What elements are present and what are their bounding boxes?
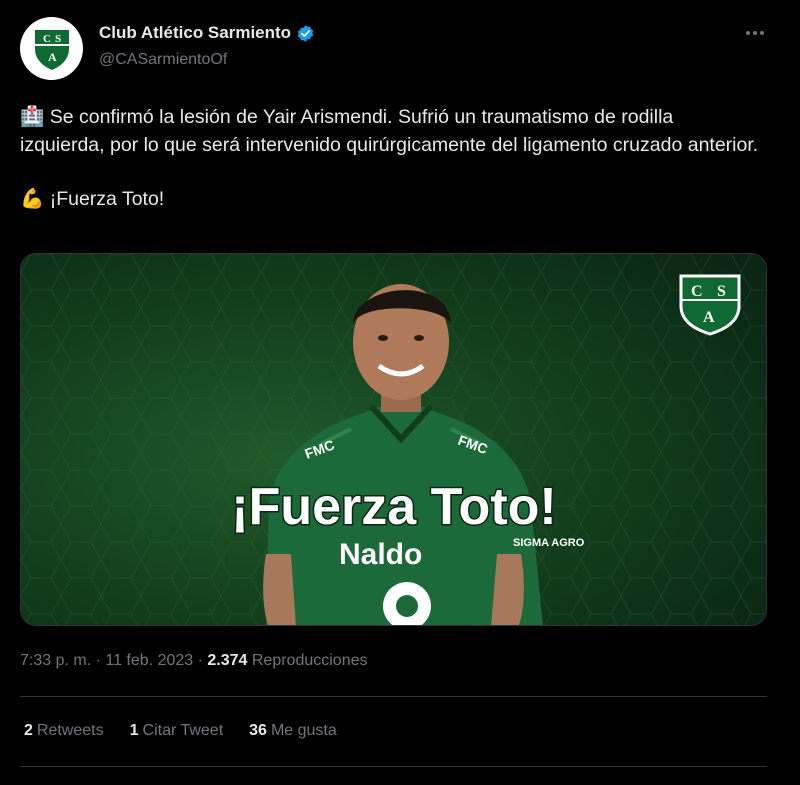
tweet-paragraph-text: ¡Fuerza Toto! <box>44 188 165 210</box>
more-options-button[interactable] <box>740 20 770 46</box>
engagement-stats: 2 Retweets 1 Citar Tweet 36 Me gusta <box>24 722 337 740</box>
more-dot-icon <box>760 31 764 35</box>
sarmiento-crest-icon: C S A <box>32 27 71 72</box>
more-dot-icon <box>746 31 750 35</box>
sponsor-label: Naldo <box>339 538 422 571</box>
divider <box>20 766 767 767</box>
crest-letter: C <box>691 283 703 300</box>
club-crest-icon: C S A <box>679 274 741 336</box>
views-label: Reproducciones <box>247 652 368 669</box>
crest-letter: A <box>703 309 715 326</box>
tweet-time[interactable]: 7:33 p. m. <box>20 652 91 669</box>
tweet-text: 🏥 Se confirmó la lesión de Yair Arismend… <box>20 103 760 213</box>
sponsor-label: SIGMA AGRO <box>513 537 585 549</box>
hospital-emoji-icon: 🏥 <box>20 105 45 128</box>
verified-badge-icon <box>297 24 314 42</box>
views-count: 2.374 <box>207 652 248 669</box>
tweet: C S A Club Atlético Sarmiento @CASarmien… <box>0 0 800 785</box>
crest-letter: S <box>717 283 726 300</box>
handle[interactable]: @CASarmientoOf <box>99 51 227 69</box>
retweets-stat[interactable]: 2 Retweets <box>24 722 104 740</box>
display-name[interactable]: Club Atlético Sarmiento <box>99 23 291 43</box>
tweet-paragraph: 💪 ¡Fuerza Toto! <box>20 185 760 213</box>
more-dot-icon <box>753 31 757 35</box>
avatar[interactable]: C S A <box>20 17 83 80</box>
tweet-paragraph-text: Se confirmó la lesión de Yair Arismendi.… <box>20 106 759 156</box>
likes-stat[interactable]: 36 Me gusta <box>249 722 337 740</box>
flexed-biceps-emoji-icon: 💪 <box>20 187 45 210</box>
crest-letter: S <box>55 33 61 45</box>
tweet-media-image[interactable]: C S A FMC FMC Naldo SIGMA AGRO ¡Fuerza T… <box>20 253 767 626</box>
author-name-row[interactable]: Club Atlético Sarmiento <box>99 23 315 43</box>
crest-letter: A <box>48 50 57 64</box>
media-headline: ¡Fuerza Toto! <box>231 478 556 536</box>
media-graphic: C S A FMC FMC Naldo SIGMA AGRO ¡Fuerza T… <box>21 254 766 625</box>
divider <box>20 696 767 697</box>
tweet-date[interactable]: 11 feb. 2023 <box>105 652 193 669</box>
tweet-paragraph: 🏥 Se confirmó la lesión de Yair Arismend… <box>20 103 760 159</box>
tweet-meta: 7:33 p. m. · 11 feb. 2023 · 2.374 Reprod… <box>20 652 368 669</box>
quote-tweets-stat[interactable]: 1 Citar Tweet <box>130 722 224 740</box>
crest-letter: C <box>43 33 51 45</box>
